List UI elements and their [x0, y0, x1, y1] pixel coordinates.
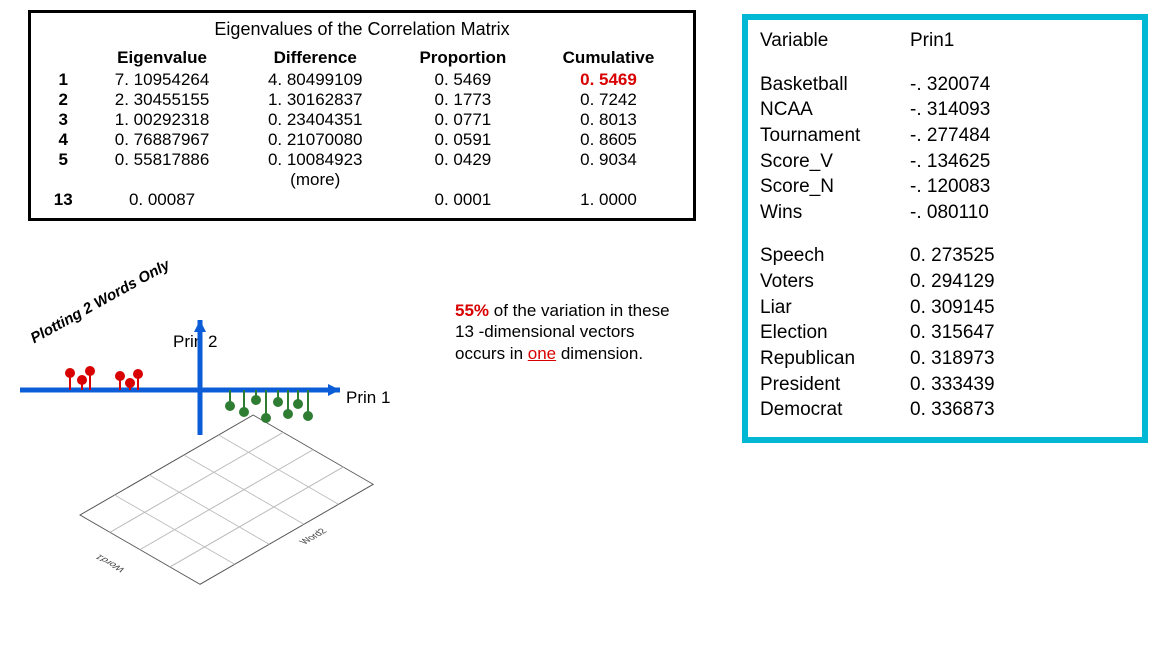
eigenvalue-row: 31. 002923180. 234043510. 07710. 8013 [41, 110, 683, 130]
col-variable: Variable [760, 28, 910, 54]
loading-row: Republican0. 318973 [760, 346, 1130, 372]
loading-row: Score_N-. 120083 [760, 174, 1130, 200]
eigenvalue-row: 22. 304551551. 301628370. 17730. 7242 [41, 90, 683, 110]
loading-row: Democrat0. 336873 [760, 397, 1130, 423]
eigenvalue-row-last: 13 0. 00087 0. 0001 1. 0000 [41, 190, 683, 210]
loading-row: NCAA-. 314093 [760, 97, 1130, 123]
plot-title-diagonal: Plotting 2 Words Only [28, 256, 173, 347]
loading-row: Speech0. 273525 [760, 243, 1130, 269]
col-eigenvalue: Eigenvalue [85, 46, 238, 70]
grid-plane: Word2 Word1 [49, 415, 394, 614]
variation-percent: 55% [455, 301, 489, 320]
axis-label-word1: Word1 [93, 553, 128, 573]
loading-row: Election0. 315647 [760, 320, 1130, 346]
eigenvalue-header-row: Eigenvalue Difference Proportion Cumulat… [41, 46, 683, 70]
loading-row: Tournament-. 277484 [760, 123, 1130, 149]
col-proportion: Proportion [392, 46, 534, 70]
eigenvalue-table: Eigenvalue Difference Proportion Cumulat… [41, 46, 683, 210]
arrowhead-icon [328, 384, 340, 396]
variable-loadings-box: Variable Prin1 Basketball-. 320074NCAA-.… [742, 14, 1148, 443]
arrowhead-icon [194, 320, 206, 332]
eigenvalue-title: Eigenvalues of the Correlation Matrix [41, 19, 683, 40]
eigenvalue-more: (more) [239, 170, 392, 190]
col-difference: Difference [239, 46, 392, 70]
eigenvalue-more-row: (more) [41, 170, 683, 190]
eigenvalue-box: Eigenvalues of the Correlation Matrix Ei… [28, 10, 696, 221]
axis-label-word2: Word2 [297, 527, 330, 546]
loading-row: Basketball-. 320074 [760, 72, 1130, 98]
loading-row: Liar0. 309145 [760, 295, 1130, 321]
variation-caption: 55% of the variation in these 13 -dimens… [455, 300, 685, 364]
loading-row: Score_V-. 134625 [760, 149, 1130, 175]
loading-row: Voters0. 294129 [760, 269, 1130, 295]
col-cumulative: Cumulative [534, 46, 683, 70]
loadings-header: Variable Prin1 [760, 28, 1130, 54]
eigenvalue-row: 50. 558178860. 100849230. 04290. 9034 [41, 150, 683, 170]
scatter-plot: Word2 Word1 [30, 340, 350, 600]
col-prin1: Prin1 [910, 28, 954, 54]
variation-one: one [528, 344, 556, 363]
green-cluster [226, 390, 312, 422]
prin1-label: Prin 1 [346, 388, 390, 408]
loading-row: President0. 333439 [760, 372, 1130, 398]
eigenvalue-row: 40. 768879670. 210700800. 05910. 8605 [41, 130, 683, 150]
eigenvalue-row: 17. 109542644. 804991090. 54690. 5469 [41, 70, 683, 90]
red-cluster [66, 367, 142, 390]
loading-row: Wins-. 080110 [760, 200, 1130, 226]
